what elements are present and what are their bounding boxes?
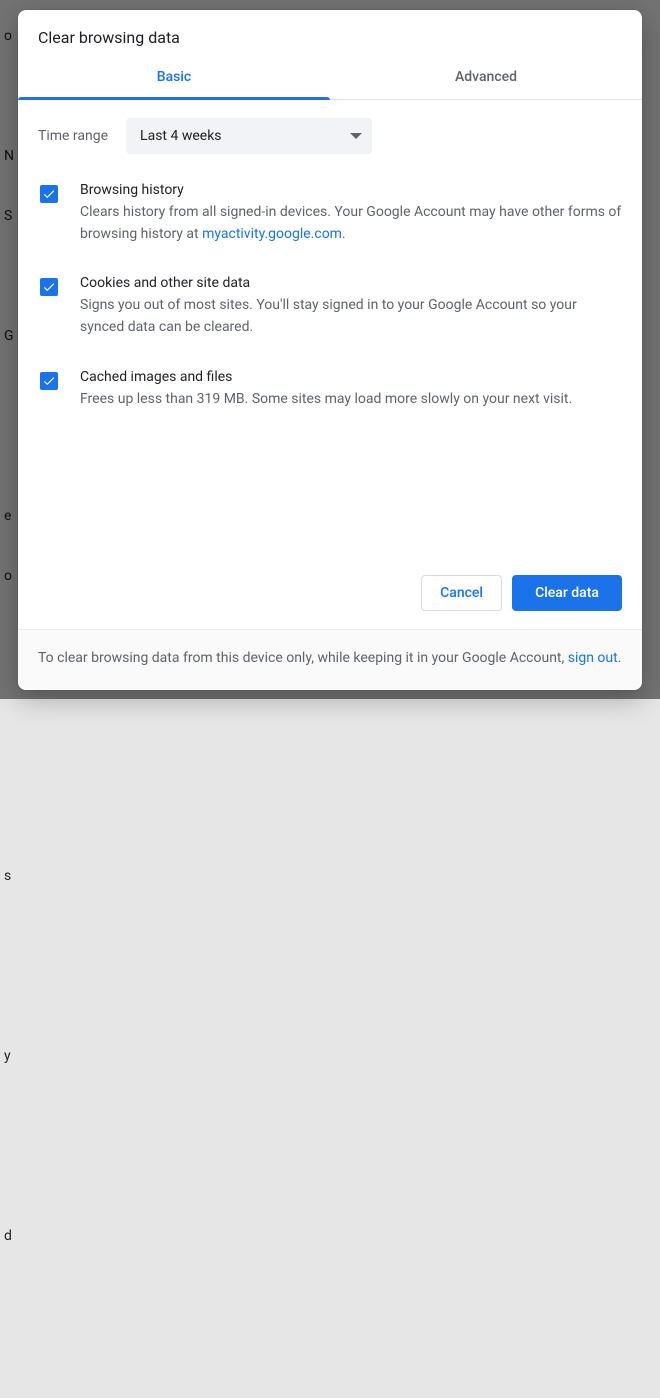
option-title: Browsing history bbox=[80, 182, 622, 198]
checkbox-browsing-history[interactable] bbox=[40, 185, 58, 203]
option-title: Cached images and files bbox=[80, 369, 622, 385]
dropdown-caret-icon bbox=[350, 130, 362, 142]
footer-text-tail: . bbox=[618, 650, 622, 666]
cancel-button[interactable]: Cancel bbox=[421, 575, 502, 611]
option-desc-tail: . bbox=[342, 226, 346, 242]
sign-out-link[interactable]: sign out bbox=[568, 650, 618, 666]
option-title: Cookies and other site data bbox=[80, 275, 622, 291]
option-description: Clears history from all signed-in device… bbox=[80, 202, 622, 245]
option-description: Signs you out of most sites. You'll stay… bbox=[80, 295, 622, 338]
myactivity-link[interactable]: myactivity.google.com bbox=[202, 226, 342, 242]
tab-advanced[interactable]: Advanced bbox=[330, 57, 642, 99]
clear-browsing-data-dialog: Clear browsing data Basic Advanced Time … bbox=[18, 10, 642, 690]
dialog-title: Clear browsing data bbox=[18, 10, 642, 57]
option-description: Frees up less than 319 MB. Some sites ma… bbox=[80, 389, 622, 411]
time-range-label: Time range bbox=[38, 128, 108, 144]
checkbox-cookies[interactable] bbox=[40, 278, 58, 296]
tab-basic[interactable]: Basic bbox=[18, 57, 330, 99]
time-range-select[interactable]: Last 4 weeks bbox=[126, 118, 372, 154]
option-desc-text: Clears history from all signed-in device… bbox=[80, 204, 621, 242]
option-browsing-history: Browsing history Clears history from all… bbox=[38, 182, 622, 245]
dialog-footer: To clear browsing data from this device … bbox=[18, 630, 642, 690]
dialog-actions: Cancel Clear data bbox=[18, 559, 642, 630]
tab-bar: Basic Advanced bbox=[18, 57, 642, 100]
option-cookies: Cookies and other site data Signs you ou… bbox=[38, 275, 622, 338]
footer-text: To clear browsing data from this device … bbox=[38, 650, 568, 666]
time-range-value: Last 4 weeks bbox=[140, 128, 221, 144]
clear-data-button[interactable]: Clear data bbox=[512, 575, 622, 611]
checkbox-cache[interactable] bbox=[40, 372, 58, 390]
option-cache: Cached images and files Frees up less th… bbox=[38, 369, 622, 411]
dialog-body: Time range Last 4 weeks Browsing history… bbox=[18, 100, 642, 559]
time-range-row: Time range Last 4 weeks bbox=[38, 118, 622, 154]
